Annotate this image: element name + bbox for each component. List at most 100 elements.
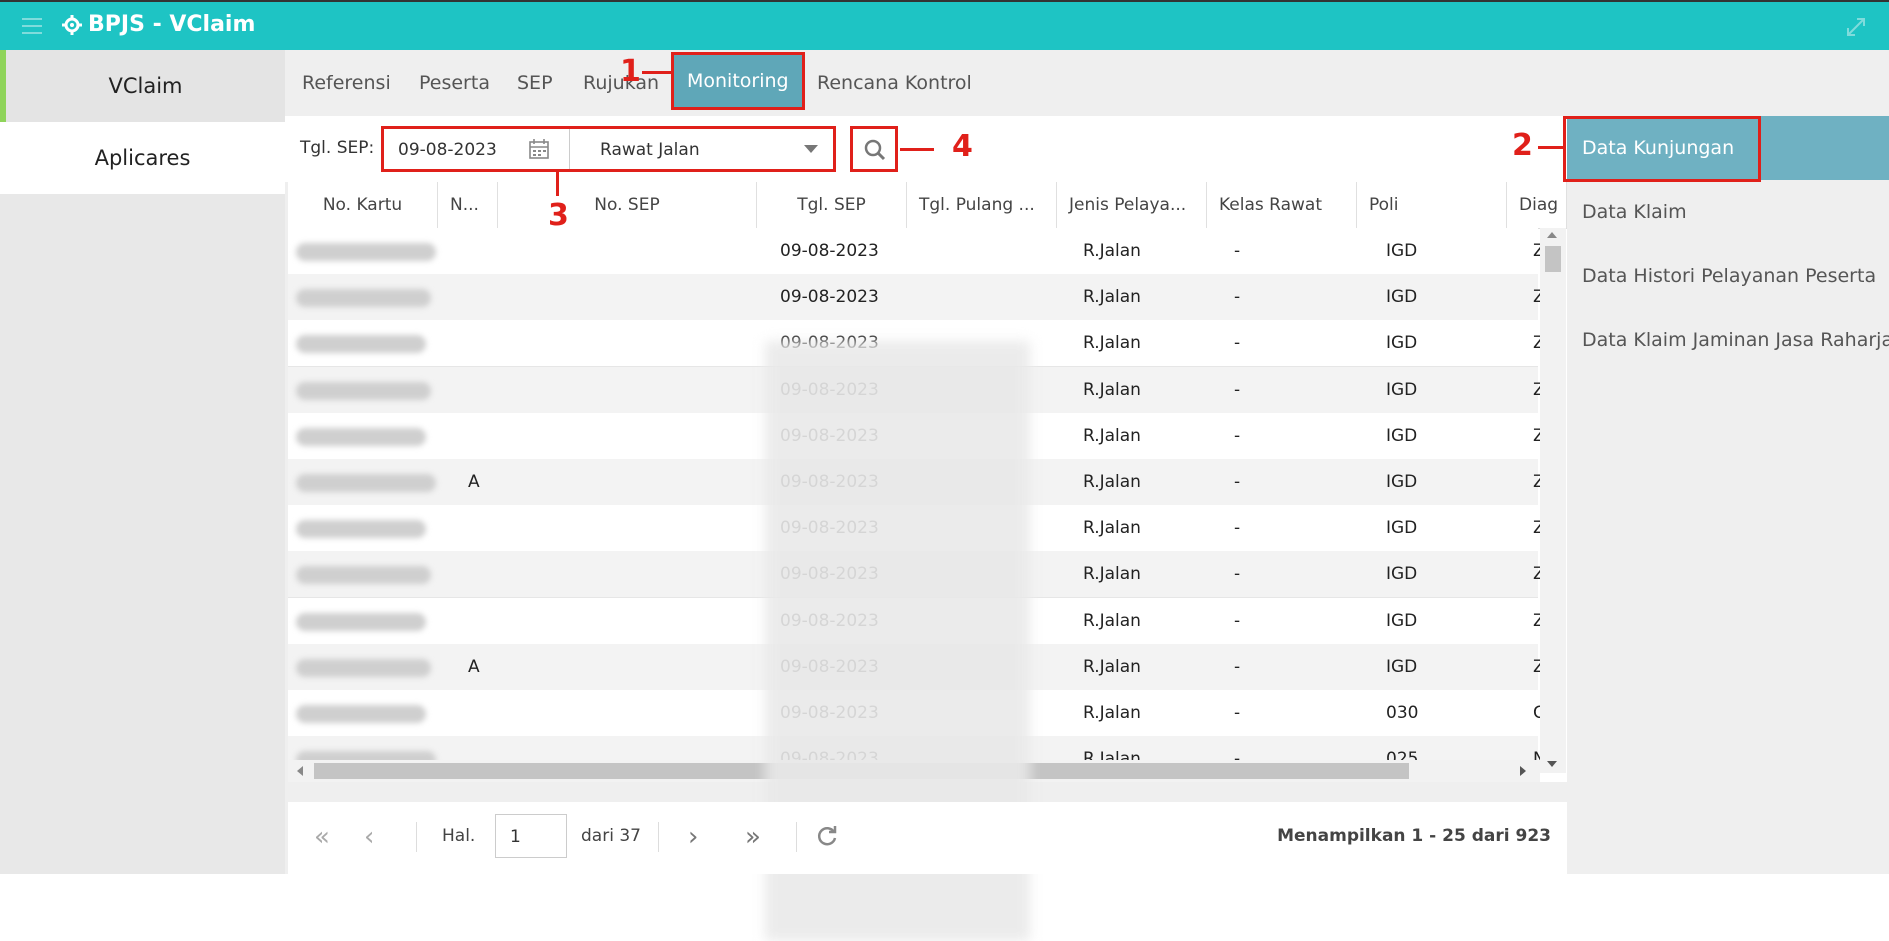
col-nama[interactable]: N... [438, 182, 498, 228]
sidebar-item-label: VClaim [108, 74, 183, 98]
hamburger-menu-icon[interactable] [22, 18, 42, 34]
tab-referensi[interactable]: Referensi [288, 50, 405, 114]
scroll-up-icon[interactable] [1547, 232, 1557, 238]
col-tgl-pulang[interactable]: Tgl. Pulang ... [907, 182, 1057, 228]
sidebar: VClaim Aplicares [0, 50, 285, 874]
cell-no-kartu-redacted [296, 566, 431, 585]
tab-monitoring[interactable]: Monitoring [671, 52, 805, 110]
last-page-icon[interactable]: » [745, 824, 761, 850]
next-page-icon[interactable]: › [688, 824, 698, 850]
filter-fields: 09-08-2023 Rawat Jalan [381, 126, 836, 172]
pager-divider [658, 822, 659, 852]
chevron-down-icon[interactable] [804, 145, 818, 153]
page-number-input[interactable]: 1 [495, 814, 567, 858]
date-input[interactable]: 09-08-2023 [398, 140, 497, 160]
jenis-pelayanan-select[interactable]: Rawat Jalan [600, 140, 700, 160]
search-icon [864, 139, 886, 161]
grid-header: No. Kartu N... No. SEP Tgl. SEP Tgl. Pul… [288, 182, 1567, 229]
cell-poli: IGD [1386, 333, 1418, 354]
prev-page-icon[interactable]: ‹ [364, 824, 374, 850]
expand-icon[interactable] [1845, 16, 1867, 38]
col-kelas-rawat[interactable]: Kelas Rawat [1207, 182, 1357, 228]
cell-jenis-pelayanan: R.Jalan [1083, 472, 1141, 492]
cell-no-kartu-redacted [296, 520, 426, 539]
cell-kelas-rawat: - [1234, 656, 1241, 677]
app-title-text: BPJS - VClaim [88, 12, 256, 37]
annotation-line-3 [556, 172, 559, 196]
cell-no-kartu-redacted [296, 658, 431, 677]
cell-jenis-pelayanan: R.Jalan [1083, 610, 1141, 631]
right-menu: Data Kunjungan Data Klaim Data Histori P… [1567, 116, 1889, 874]
col-diagnosa[interactable]: Diag [1507, 182, 1567, 228]
cell-poli: IGD [1386, 241, 1418, 261]
annotation-box-2 [1563, 116, 1761, 182]
vertical-scroll-thumb[interactable] [1545, 246, 1561, 272]
cell-kelas-rawat: - [1234, 610, 1241, 631]
cell-poli: IGD [1386, 379, 1418, 400]
cell-jenis-pelayanan: R.Jalan [1083, 425, 1141, 446]
menu-data-klaim[interactable]: Data Klaim [1567, 180, 1889, 244]
cell-poli: IGD [1386, 610, 1418, 631]
sidebar-item-aplicares[interactable]: Aplicares [0, 122, 285, 194]
pager-divider [416, 822, 417, 852]
cell-kelas-rawat: - [1234, 379, 1241, 400]
cell-poli: 030 [1386, 703, 1419, 723]
main-content: Tgl. SEP: 09-08-2023 Rawat Jalan No. Kar… [285, 116, 1567, 941]
cell-jenis-pelayanan: R.Jalan [1083, 333, 1141, 354]
cell-poli: IGD [1386, 656, 1418, 677]
annotation-line-1 [642, 71, 672, 74]
col-jenis-pelayanan[interactable]: Jenis Pelaya... [1057, 182, 1207, 228]
tab-sep[interactable]: SEP [503, 50, 567, 114]
cell-kelas-rawat: - [1234, 287, 1241, 308]
sidebar-item-label: Aplicares [94, 146, 191, 170]
vertical-scrollbar[interactable] [1540, 228, 1566, 773]
app-title: BPJS - VClaim [62, 12, 255, 37]
tab-rencana-kontrol[interactable]: Rencana Kontrol [803, 50, 986, 114]
scroll-left-icon[interactable] [297, 766, 303, 776]
col-poli[interactable]: Poli [1357, 182, 1507, 228]
cell-kelas-rawat: - [1234, 518, 1241, 539]
first-page-icon[interactable]: « [314, 824, 330, 850]
cell-poli: IGD [1386, 472, 1418, 492]
cell-jenis-pelayanan: R.Jalan [1083, 379, 1141, 400]
field-divider [569, 129, 570, 169]
cell-no-kartu-redacted [296, 705, 426, 723]
top-bar: BPJS - VClaim [0, 0, 1889, 50]
table-row[interactable]: 09-08-2023R.Jalan-IGDZ [288, 274, 1545, 322]
scroll-right-icon[interactable] [1520, 766, 1526, 776]
cell-no-kartu-redacted [296, 612, 426, 631]
gear-icon [62, 14, 82, 35]
cell-no-kartu-redacted [296, 427, 426, 446]
cell-jenis-pelayanan: R.Jalan [1083, 564, 1141, 585]
cell-no-kartu-redacted [296, 335, 426, 354]
cell-nama: A [468, 656, 480, 677]
cell-poli: IGD [1386, 287, 1418, 308]
menu-data-histori-pelayanan[interactable]: Data Histori Pelayanan Peserta [1567, 244, 1889, 308]
cell-kelas-rawat: - [1234, 333, 1241, 354]
col-no-sep[interactable]: No. SEP [498, 182, 757, 228]
col-tgl-sep[interactable]: Tgl. SEP [757, 182, 907, 228]
sidebar-item-vclaim[interactable]: VClaim [0, 50, 285, 122]
cell-no-kartu-redacted [296, 381, 431, 400]
refresh-icon[interactable] [815, 824, 839, 848]
tab-peserta[interactable]: Peserta [405, 50, 504, 114]
cell-kelas-rawat: - [1234, 564, 1241, 585]
search-button[interactable] [850, 126, 898, 172]
calendar-icon[interactable] [528, 138, 550, 160]
annotation-number-2: 2 [1512, 128, 1533, 163]
pagination-bar: « ‹ Hal. 1 dari 37 › » Menampilkan 1 - 2… [288, 802, 1567, 874]
record-count-info: Menampilkan 1 - 25 dari 923 [1277, 826, 1551, 846]
menu-data-klaim-jasa-raharja[interactable]: Data Klaim Jaminan Jasa Raharja [1567, 308, 1889, 372]
cell-kelas-rawat: - [1234, 241, 1241, 261]
cell-no-kartu-redacted [296, 289, 431, 308]
scroll-down-icon[interactable] [1547, 761, 1557, 767]
annotation-line-4 [900, 148, 934, 151]
cell-poli: IGD [1386, 425, 1418, 446]
tgl-sep-label: Tgl. SEP: [300, 138, 375, 158]
col-no-kartu[interactable]: No. Kartu [288, 182, 438, 228]
page-count: dari 37 [581, 826, 641, 846]
annotation-line-2 [1538, 146, 1564, 149]
page-label: Hal. [442, 826, 476, 846]
cell-kelas-rawat: - [1234, 703, 1241, 723]
table-row[interactable]: 09-08-2023R.Jalan-IGDZ [288, 228, 1545, 275]
